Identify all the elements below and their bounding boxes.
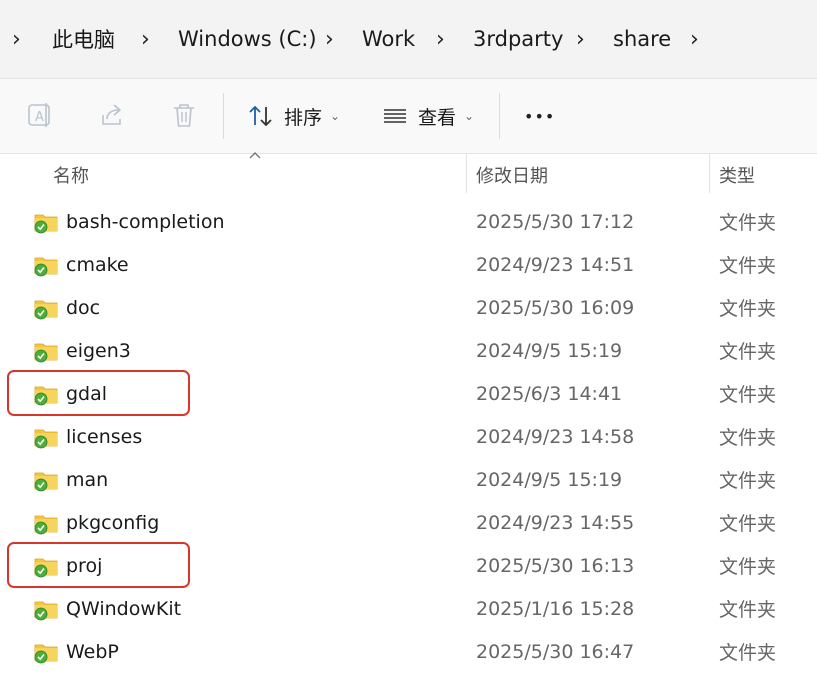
more-options-button[interactable]: ••• bbox=[524, 99, 555, 133]
toolbar-divider bbox=[223, 93, 224, 139]
file-name: bash-completion bbox=[66, 210, 225, 233]
toolbar-divider bbox=[499, 93, 500, 139]
file-date: 2024/9/5 15:19 bbox=[476, 468, 623, 491]
folder-synced-icon bbox=[34, 214, 58, 234]
folder-synced-icon bbox=[34, 601, 58, 621]
rename-button[interactable]: A bbox=[26, 101, 54, 129]
column-header: 名称 修改日期 类型 bbox=[0, 153, 817, 197]
view-list-icon bbox=[382, 103, 408, 129]
file-row[interactable]: pkgconfig 2024/9/23 14:55 文件夹 bbox=[0, 501, 817, 544]
view-label: 查看 bbox=[418, 106, 457, 129]
file-type: 文件夹 bbox=[719, 341, 777, 363]
folder-synced-icon bbox=[34, 386, 58, 406]
file-name: cmake bbox=[66, 253, 129, 276]
column-divider[interactable] bbox=[709, 153, 710, 193]
folder-synced-icon bbox=[34, 558, 58, 578]
folder-synced-icon bbox=[34, 472, 58, 492]
breadcrumb-this-pc[interactable]: 此电脑 bbox=[52, 0, 115, 78]
trash-icon bbox=[170, 101, 198, 129]
file-row[interactable]: man 2024/9/5 15:19 文件夹 bbox=[0, 458, 817, 501]
file-date: 2025/5/30 16:47 bbox=[476, 640, 635, 663]
rename-icon: A bbox=[26, 101, 54, 129]
chevron-down-icon: ⌄ bbox=[464, 109, 475, 123]
chevron-right-icon[interactable]: › bbox=[325, 0, 334, 78]
delete-button[interactable] bbox=[170, 101, 198, 129]
file-type: 文件夹 bbox=[719, 556, 777, 578]
file-type: 文件夹 bbox=[719, 470, 777, 492]
file-row[interactable]: licenses 2024/9/23 14:58 文件夹 bbox=[0, 415, 817, 458]
chevron-right-icon[interactable]: › bbox=[12, 0, 21, 78]
file-date: 2025/5/30 17:12 bbox=[476, 210, 635, 233]
sort-icon bbox=[248, 103, 274, 129]
column-header-name[interactable]: 名称 bbox=[53, 153, 89, 197]
file-row[interactable]: eigen3 2024/9/5 15:19 文件夹 bbox=[0, 329, 817, 372]
folder-synced-icon bbox=[34, 300, 58, 320]
column-header-date[interactable]: 修改日期 bbox=[476, 153, 548, 197]
chevron-right-icon[interactable]: › bbox=[576, 0, 585, 78]
file-type: 文件夹 bbox=[719, 427, 777, 449]
svg-text:A: A bbox=[35, 110, 44, 125]
file-name: proj bbox=[66, 554, 103, 577]
file-row[interactable]: gdal 2025/6/3 14:41 文件夹 bbox=[0, 372, 817, 415]
share-icon bbox=[99, 101, 127, 129]
folder-synced-icon bbox=[34, 257, 58, 277]
file-name: QWindowKit bbox=[66, 597, 182, 620]
file-date: 2024/9/23 14:55 bbox=[476, 511, 635, 534]
column-header-type[interactable]: 类型 bbox=[719, 153, 755, 197]
file-type: 文件夹 bbox=[719, 642, 777, 664]
share-button[interactable] bbox=[99, 101, 127, 129]
sort-button[interactable]: 排序 ⌄ bbox=[248, 101, 340, 131]
file-row[interactable]: bash-completion 2025/5/30 17:12 文件夹 bbox=[0, 200, 817, 243]
file-name: man bbox=[66, 468, 109, 491]
file-name: licenses bbox=[66, 425, 143, 448]
file-date: 2025/5/30 16:09 bbox=[476, 296, 635, 319]
file-type: 文件夹 bbox=[719, 212, 777, 234]
file-row[interactable]: cmake 2024/9/23 14:51 文件夹 bbox=[0, 243, 817, 286]
view-button[interactable]: 查看 ⌄ bbox=[382, 101, 474, 131]
file-name: eigen3 bbox=[66, 339, 131, 362]
breadcrumb: › 此电脑 › Windows (C:) › Work › 3rdparty ›… bbox=[0, 0, 817, 79]
folder-synced-icon bbox=[34, 644, 58, 664]
file-type: 文件夹 bbox=[719, 298, 777, 320]
chevron-right-icon[interactable]: › bbox=[690, 0, 699, 78]
column-divider[interactable] bbox=[466, 153, 467, 193]
file-date: 2025/6/3 14:41 bbox=[476, 382, 623, 405]
file-date: 2025/5/30 16:13 bbox=[476, 554, 635, 577]
file-name: doc bbox=[66, 296, 101, 319]
sort-label: 排序 bbox=[284, 106, 323, 129]
chevron-down-icon: ⌄ bbox=[330, 109, 341, 123]
file-row[interactable]: QWindowKit 2025/1/16 15:28 文件夹 bbox=[0, 587, 817, 630]
file-type: 文件夹 bbox=[719, 384, 777, 406]
breadcrumb-3rdparty[interactable]: 3rdparty bbox=[473, 0, 563, 78]
file-row[interactable]: doc 2025/5/30 16:09 文件夹 bbox=[0, 286, 817, 329]
file-type: 文件夹 bbox=[719, 599, 777, 621]
file-date: 2024/9/5 15:19 bbox=[476, 339, 623, 362]
file-row[interactable]: WebP 2025/5/30 16:47 文件夹 bbox=[0, 630, 817, 673]
chevron-right-icon[interactable]: › bbox=[436, 0, 445, 78]
breadcrumb-work[interactable]: Work bbox=[362, 0, 415, 78]
file-type: 文件夹 bbox=[719, 513, 777, 535]
file-date: 2025/1/16 15:28 bbox=[476, 597, 635, 620]
breadcrumb-windows-c[interactable]: Windows (C:) bbox=[178, 0, 317, 78]
file-date: 2024/9/23 14:51 bbox=[476, 253, 635, 276]
chevron-right-icon[interactable]: › bbox=[141, 0, 150, 78]
file-row[interactable]: proj 2025/5/30 16:13 文件夹 bbox=[0, 544, 817, 587]
folder-synced-icon bbox=[34, 515, 58, 535]
file-name: WebP bbox=[66, 640, 119, 663]
file-name: gdal bbox=[66, 382, 108, 405]
folder-synced-icon bbox=[34, 343, 58, 363]
file-name: pkgconfig bbox=[66, 511, 160, 534]
file-list: bash-completion 2025/5/30 17:12 文件夹 cmake 20… bbox=[0, 200, 817, 673]
breadcrumb-share[interactable]: share bbox=[613, 0, 671, 78]
file-date: 2024/9/23 14:58 bbox=[476, 425, 635, 448]
file-type: 文件夹 bbox=[719, 255, 777, 277]
command-bar: A 排序 ⌄ 查看 ⌄ ••• bbox=[0, 79, 817, 154]
folder-synced-icon bbox=[34, 429, 58, 449]
